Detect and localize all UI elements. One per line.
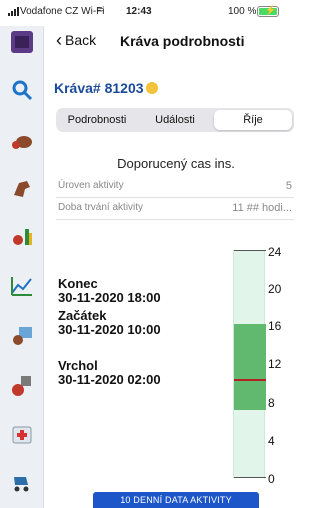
horse-icon[interactable]	[8, 174, 36, 202]
clock: 12:43	[126, 6, 152, 17]
gauge-tick-label: 8	[268, 396, 275, 410]
gauge-tick-label: 20	[268, 282, 282, 296]
gauge-tick-label: 12	[268, 357, 282, 371]
battery-percent: 100 %	[228, 6, 257, 17]
back-button[interactable]: ‹ Back	[56, 30, 97, 50]
section-title: Doporucený cas ins.	[117, 156, 235, 171]
gauge-tick-label: 16	[268, 319, 282, 333]
event-peak-date: 30-11-2020 02:00	[58, 372, 161, 387]
info-label: Úroven aktivity	[58, 180, 124, 191]
carrier-label: Vodafone CZ Wi-Fi	[20, 6, 105, 17]
tab-bar: Podrobnosti Události Říje	[56, 108, 294, 132]
signal-icon	[8, 7, 19, 16]
back-label: Back	[65, 32, 97, 48]
navbar: ‹ Back Kráva podrobnosti	[44, 26, 300, 58]
cow-growth-icon[interactable]	[8, 222, 36, 250]
search-icon[interactable]	[8, 76, 36, 104]
cow-number: Kráva# 81203	[54, 80, 144, 96]
chart-icon[interactable]	[8, 272, 36, 300]
coin-icon	[145, 82, 158, 94]
calendar-cow-icon[interactable]	[8, 372, 36, 400]
medical-kit-icon[interactable]	[8, 420, 36, 448]
info-row-activity-duration: Doba trvání aktivity 11 ## hodi...	[56, 198, 294, 220]
tab-rije[interactable]: Říje	[214, 110, 292, 130]
cow-image-icon[interactable]	[8, 322, 36, 350]
info-value: 11 ## hodi...	[232, 202, 292, 214]
gauge-tick-label: 4	[268, 434, 275, 448]
event-start-date: 30-11-2020 10:00	[58, 322, 161, 337]
gauge-tick-label: 0	[268, 472, 275, 486]
info-value: 5	[285, 180, 292, 192]
stroller-icon[interactable]	[8, 468, 36, 496]
gauge-band	[234, 324, 266, 410]
chevron-left-icon: ‹	[56, 30, 62, 50]
wifi-icon: ≈	[97, 4, 104, 16]
tab-udalosti[interactable]: Události	[136, 110, 214, 130]
gauge-tick-label: 24	[268, 245, 282, 259]
status-bar: Vodafone CZ Wi-Fi ≈ 12:43 100 % ⚡	[0, 0, 300, 26]
gauge-top-cap	[234, 250, 266, 251]
event-start-label: Začátek	[58, 308, 107, 323]
battery-icon: ⚡	[257, 5, 279, 17]
activity-gauge	[233, 250, 266, 478]
gauge-marker	[234, 379, 266, 382]
event-end-date: 30-11-2020 18:00	[58, 290, 161, 305]
gauge-bottom-cap	[234, 477, 266, 478]
event-end-label: Konec	[58, 276, 98, 291]
cow-title: Kráva# 81203	[54, 80, 158, 96]
info-row-activity-level: Úroven aktivity 5	[56, 176, 294, 198]
app-logo-icon[interactable]	[8, 28, 36, 56]
activity-data-button[interactable]: 10 DENNÍ DATA AKTIVITY	[93, 492, 259, 508]
info-label: Doba trvání aktivity	[58, 202, 144, 213]
cow-icon[interactable]	[8, 126, 36, 154]
page-title: Kráva podrobnosti	[120, 33, 245, 49]
event-peak-label: Vrchol	[58, 358, 98, 373]
sidebar	[0, 26, 44, 508]
tab-podrobnosti[interactable]: Podrobnosti	[58, 110, 136, 130]
